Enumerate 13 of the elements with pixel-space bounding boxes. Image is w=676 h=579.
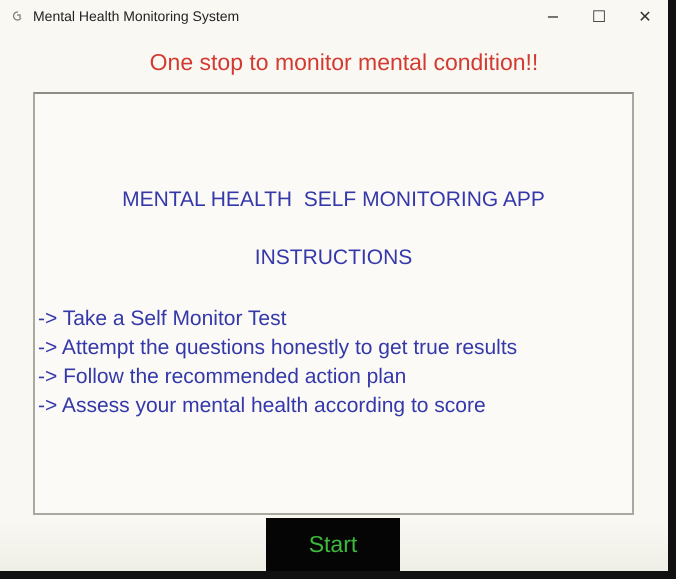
instructions-heading: INSTRUCTIONS — [254, 246, 414, 270]
instruction-step: -> Assess your mental health according to score — [38, 391, 632, 420]
close-button[interactable]: ✕ — [622, 0, 668, 32]
minimize-button[interactable]: − — [530, 0, 576, 32]
start-button[interactable]: Start — [266, 518, 400, 571]
instruction-step: -> Attempt the questions honestly to get true results — [38, 333, 632, 362]
instruction-step: -> Take a Self Monitor Test — [38, 304, 632, 333]
app-heading: MENTAL HEALTH SELF MONITORING APP — [121, 188, 546, 212]
instruction-step: -> Follow the recommended action plan — [38, 362, 632, 391]
tagline: One stop to monitor mental condition!! — [148, 48, 540, 77]
app-icon — [12, 10, 24, 22]
window-title: Mental Health Monitoring System — [33, 8, 240, 24]
maximize-button[interactable]: ☐ — [576, 0, 622, 32]
